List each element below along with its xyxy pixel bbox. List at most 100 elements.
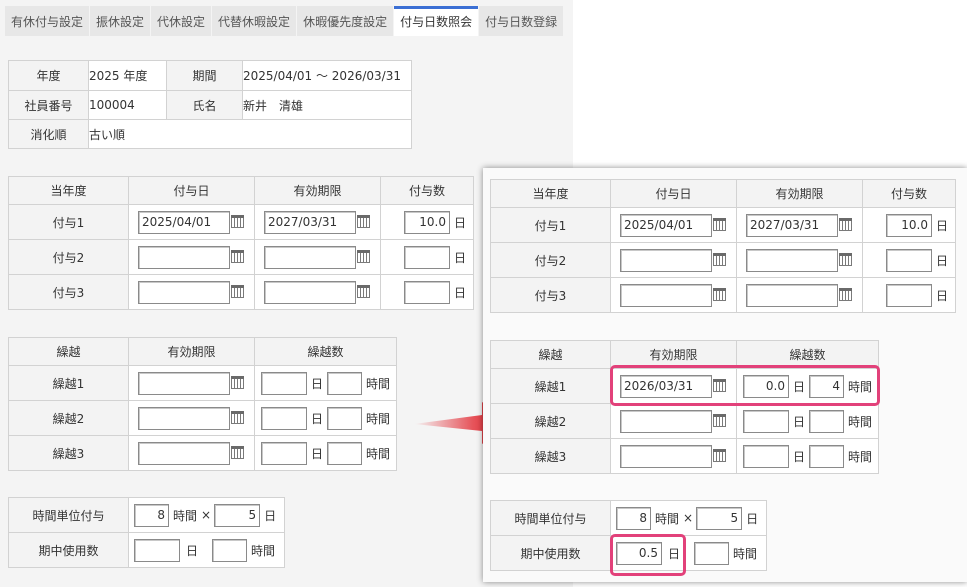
- grant-date-input[interactable]: [620, 248, 712, 272]
- unit-day: 日: [454, 250, 467, 265]
- grant-days-input[interactable]: 10.0: [886, 213, 932, 237]
- unit-hour: 時間: [366, 411, 391, 426]
- calendar-icon[interactable]: [357, 214, 370, 228]
- carry-hours-input[interactable]: [809, 444, 845, 468]
- tab-paid-leave-settings[interactable]: 有休付与設定: [5, 6, 90, 36]
- grant-days-input[interactable]: 10.0: [404, 210, 450, 234]
- carry-days-input[interactable]: [743, 409, 789, 433]
- unit-hour: 時間: [655, 511, 680, 526]
- tab-alternative-leave-settings[interactable]: 代替休暇設定: [212, 6, 297, 36]
- grant-header-days: 付与数: [862, 179, 956, 208]
- period-usage-label: 期中使用数: [490, 535, 611, 571]
- info-table: 年度 2025 年度 期間 2025/04/01 ～ 2026/03/31 社員…: [8, 60, 412, 149]
- grant-date-input[interactable]: [138, 280, 230, 304]
- calendar-icon[interactable]: [839, 217, 852, 231]
- tab-substitute-holiday-settings[interactable]: 振休設定: [90, 6, 151, 36]
- calendar-icon[interactable]: [713, 252, 726, 266]
- unit-hour: 時間: [366, 376, 391, 391]
- grant-row-label: 付与1: [490, 207, 611, 243]
- carry-hours-input[interactable]: [327, 441, 363, 465]
- calendar-icon[interactable]: [231, 375, 244, 389]
- consumption-order-label: 消化順: [8, 119, 89, 149]
- grant-header-date: 付与日: [128, 176, 255, 205]
- grant-expiry-input[interactable]: [746, 283, 838, 307]
- hourly-hours-input[interactable]: 8: [134, 503, 169, 527]
- carry-hours-input[interactable]: [327, 406, 363, 430]
- calendar-icon[interactable]: [839, 252, 852, 266]
- unit-hour: 時間: [733, 546, 758, 561]
- unit-day: 日: [746, 511, 759, 526]
- table-row: 付与1 2025/04/01 2027/03/31 10.0 日: [490, 207, 956, 243]
- carry-expiry-input[interactable]: [138, 406, 230, 430]
- carry-hours-input[interactable]: [809, 409, 845, 433]
- calendar-icon[interactable]: [357, 249, 370, 263]
- calendar-icon[interactable]: [713, 413, 726, 427]
- carry-days-input[interactable]: [261, 406, 307, 430]
- unit-day: 日: [454, 215, 467, 230]
- grant-days-input[interactable]: [404, 245, 450, 269]
- period-value: 2025/04/01 ～ 2026/03/31: [242, 60, 412, 91]
- calendar-icon[interactable]: [713, 217, 726, 231]
- carry-expiry-input[interactable]: [620, 444, 712, 468]
- carry-expiry-input[interactable]: [138, 371, 230, 395]
- grant-header-date: 付与日: [610, 179, 737, 208]
- grant-date-input[interactable]: [620, 283, 712, 307]
- fiscal-year-value: 2025 年度: [88, 60, 167, 91]
- carry-expiry-input[interactable]: [620, 409, 712, 433]
- table-row: 付与3 日: [490, 277, 956, 313]
- period-label: 期間: [166, 60, 243, 91]
- calendar-icon[interactable]: [231, 249, 244, 263]
- table-row: 繰越2 日 時間: [490, 403, 879, 439]
- calendar-icon[interactable]: [231, 214, 244, 228]
- carry-days-input[interactable]: [743, 444, 789, 468]
- grant-date-input[interactable]: [138, 245, 230, 269]
- grant-expiry-input[interactable]: 2027/03/31: [746, 213, 838, 237]
- carry-expiry-input[interactable]: [138, 441, 230, 465]
- hourly-grant-label: 時間単位付与: [8, 497, 129, 533]
- carry-header-amount: 繰越数: [254, 337, 397, 366]
- carry-hours-input[interactable]: [327, 371, 363, 395]
- calendar-icon[interactable]: [357, 284, 370, 298]
- carry-header-label: 繰越: [8, 337, 129, 366]
- times-sign: ×: [201, 508, 212, 522]
- calendar-icon[interactable]: [231, 445, 244, 459]
- grant-date-input[interactable]: 2025/04/01: [620, 213, 712, 237]
- carryover-table: 繰越 有効期限 繰越数 繰越1 日時間 繰越2 日時間 繰越3 日時間: [8, 337, 397, 471]
- carry-days-input[interactable]: [261, 441, 307, 465]
- tab-leave-priority-settings[interactable]: 休暇優先度設定: [297, 6, 394, 36]
- usage-hours-input[interactable]: [212, 538, 248, 562]
- grant-expiry-input[interactable]: [746, 248, 838, 272]
- tab-grant-days-registration[interactable]: 付与日数登録: [479, 6, 564, 36]
- unit-day: 日: [311, 446, 324, 461]
- hourly-grant-label: 時間単位付与: [490, 500, 611, 536]
- grant-header-expiry: 有効期限: [736, 179, 863, 208]
- grant-expiry-input[interactable]: [264, 280, 356, 304]
- grant-date-input[interactable]: 2025/04/01: [138, 210, 230, 234]
- hourly-days-input[interactable]: 5: [696, 506, 743, 530]
- period-usage-label: 期中使用数: [8, 532, 129, 568]
- table-row: 付与1 2025/04/01 2027/03/31 10.0 日: [8, 204, 474, 240]
- hourly-days-input[interactable]: 5: [214, 503, 261, 527]
- calendar-icon[interactable]: [713, 448, 726, 462]
- hourly-hours-input[interactable]: 8: [616, 506, 651, 530]
- calendar-icon[interactable]: [231, 410, 244, 424]
- grant-row-label: 付与3: [490, 277, 611, 313]
- grant-expiry-input[interactable]: 2027/03/31: [264, 210, 356, 234]
- grant-days-input[interactable]: [404, 280, 450, 304]
- unit-day: 日: [264, 508, 277, 523]
- table-row: 繰越3 日 時間: [8, 435, 397, 471]
- unit-day: 日: [454, 285, 467, 300]
- unit-day: 日: [793, 449, 806, 464]
- unit-day: 日: [936, 218, 949, 233]
- usage-days-input[interactable]: [134, 538, 180, 562]
- calendar-icon[interactable]: [839, 287, 852, 301]
- grant-expiry-input[interactable]: [264, 245, 356, 269]
- tab-grant-days-inquiry[interactable]: 付与日数照会: [394, 6, 479, 36]
- calendar-icon[interactable]: [713, 287, 726, 301]
- usage-hours-input[interactable]: [694, 541, 730, 565]
- grant-days-input[interactable]: [886, 248, 932, 272]
- carry-days-input[interactable]: [261, 371, 307, 395]
- grant-days-input[interactable]: [886, 283, 932, 307]
- tab-compensatory-leave-settings[interactable]: 代休設定: [151, 6, 212, 36]
- calendar-icon[interactable]: [231, 284, 244, 298]
